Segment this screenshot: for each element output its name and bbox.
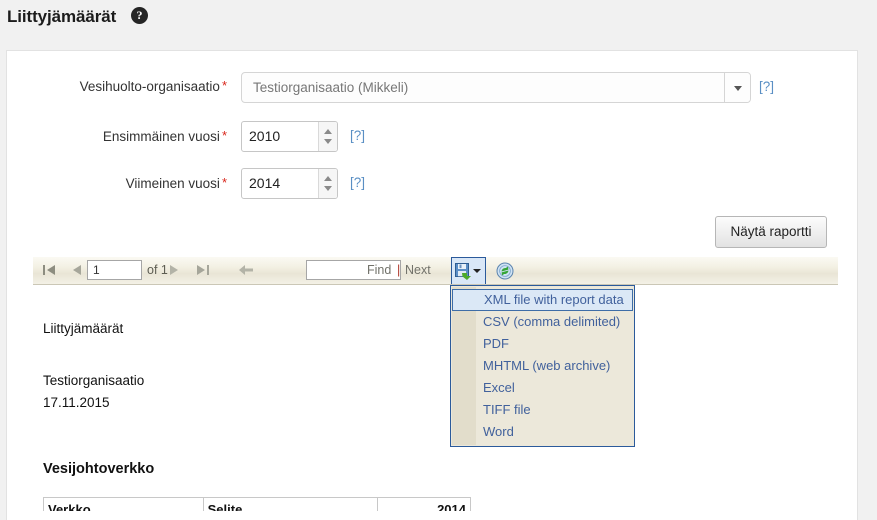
stepper-down-icon[interactable] bbox=[324, 139, 332, 144]
last-year-input[interactable]: 2014 bbox=[241, 168, 338, 199]
organisation-dropdown-button[interactable] bbox=[724, 73, 750, 102]
chevron-down-icon[interactable] bbox=[473, 269, 481, 273]
find-next-link[interactable]: Next bbox=[405, 257, 431, 284]
report-table: Verkko Selite 2014 bbox=[43, 497, 471, 511]
export-format-menu: XML file with report data CSV (comma del… bbox=[450, 285, 635, 447]
stepper-up-icon[interactable] bbox=[324, 129, 332, 134]
first-page-icon[interactable] bbox=[40, 257, 58, 284]
chevron-down-icon bbox=[733, 85, 742, 91]
table-header-row: Verkko Selite 2014 bbox=[43, 497, 471, 511]
organisation-dropdown-value: Testiorganisaatio (Mikkeli) bbox=[253, 80, 409, 95]
required-marker: * bbox=[221, 175, 227, 190]
first-year-label-holder: Ensimmäinen vuosi * bbox=[27, 121, 227, 151]
first-year-value: 2010 bbox=[249, 128, 281, 144]
menu-item-tiff[interactable]: TIFF file bbox=[451, 399, 634, 421]
menu-item-mhtml[interactable]: MHTML (web archive) bbox=[451, 355, 634, 377]
menu-item-xml[interactable]: XML file with report data bbox=[452, 289, 633, 311]
next-page-icon[interactable] bbox=[166, 257, 182, 284]
report-viewer-toolbar: 1 of 1 Find | Next bbox=[33, 257, 838, 285]
organisation-label-text: Vesihuolto-organisaatio bbox=[79, 79, 220, 94]
find-link[interactable]: Find bbox=[367, 257, 391, 284]
export-button[interactable] bbox=[451, 257, 486, 284]
refresh-icon bbox=[496, 262, 514, 280]
refresh-button[interactable] bbox=[491, 257, 519, 284]
last-year-label: Viimeinen vuosi * bbox=[27, 168, 227, 199]
organisation-label-holder: Vesihuolto-organisaatio * bbox=[27, 71, 227, 101]
form-row-last-year: Viimeinen vuosi * bbox=[7, 168, 747, 198]
menu-item-excel[interactable]: Excel bbox=[451, 377, 634, 399]
report-organisation: Testiorganisaatio bbox=[43, 373, 145, 388]
table-header-cell-selite: Selite bbox=[202, 497, 379, 511]
last-year-stepper[interactable] bbox=[318, 169, 337, 198]
menu-item-csv[interactable]: CSV (comma delimited) bbox=[451, 311, 634, 333]
first-year-input[interactable]: 2010 bbox=[241, 121, 338, 152]
page-count-label: of 1 bbox=[147, 263, 168, 277]
page-title: Liittyjämäärät bbox=[7, 7, 117, 26]
last-year-help-link[interactable]: [?] bbox=[350, 168, 365, 198]
menu-item-pdf[interactable]: PDF bbox=[451, 333, 634, 355]
required-marker: * bbox=[221, 78, 227, 93]
first-year-label: Ensimmäinen vuosi * bbox=[27, 121, 227, 152]
report-date: 17.11.2015 bbox=[43, 395, 110, 410]
last-page-icon[interactable] bbox=[193, 257, 211, 284]
form-row-first-year: Ensimmäinen vuosi * bbox=[7, 121, 747, 151]
organisation-help-link[interactable]: [?] bbox=[759, 72, 774, 102]
show-report-button[interactable]: Näytä raportti bbox=[715, 216, 827, 248]
organisation-label: Vesihuolto-organisaatio * bbox=[27, 71, 227, 102]
table-header-cell-verkko: Verkko bbox=[43, 497, 204, 511]
report-section-heading: Vesijohtoverkko bbox=[43, 461, 155, 477]
required-marker: * bbox=[221, 128, 227, 143]
last-year-label-holder: Viimeinen vuosi * bbox=[27, 168, 227, 198]
previous-page-icon[interactable] bbox=[69, 257, 85, 284]
page-header: Liittyjämäärät ? bbox=[0, 0, 877, 48]
stepper-up-icon[interactable] bbox=[324, 176, 332, 181]
report-heading: Liittyjämäärät bbox=[43, 321, 124, 336]
stepper-down-icon[interactable] bbox=[324, 186, 332, 191]
find-separator: | bbox=[397, 263, 401, 277]
back-arrow-icon[interactable] bbox=[237, 257, 255, 284]
report-body: Liittyjämäärät Testiorganisaatio 17.11.2… bbox=[33, 285, 838, 511]
table-header-cell-year: 2014 bbox=[377, 497, 471, 511]
question-mark-icon[interactable]: ? bbox=[131, 7, 148, 24]
menu-item-word[interactable]: Word bbox=[451, 421, 634, 443]
last-year-label-text: Viimeinen vuosi bbox=[125, 176, 220, 191]
page-number-input[interactable]: 1 bbox=[87, 260, 142, 280]
first-year-stepper[interactable] bbox=[318, 122, 337, 151]
export-disk-icon bbox=[455, 263, 472, 280]
organisation-dropdown[interactable]: Testiorganisaatio (Mikkeli) bbox=[241, 72, 751, 103]
first-year-label-text: Ensimmäinen vuosi bbox=[102, 129, 220, 144]
last-year-value: 2014 bbox=[249, 175, 281, 191]
first-year-help-link[interactable]: [?] bbox=[350, 121, 365, 151]
